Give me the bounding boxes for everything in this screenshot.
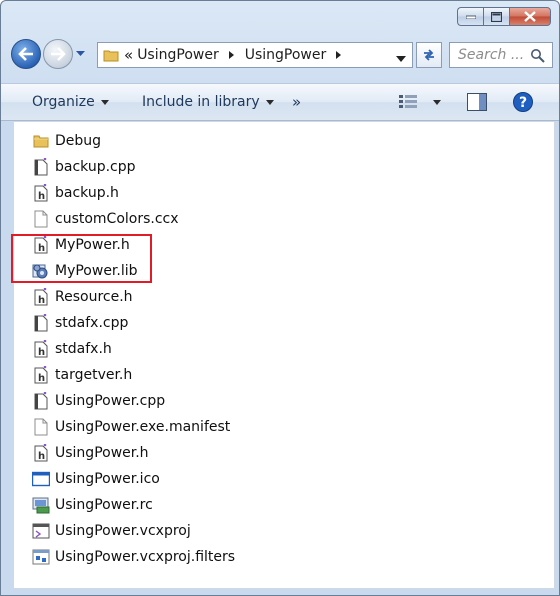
organize-button[interactable]: Organize (32, 84, 109, 120)
chevron-down-icon (265, 99, 274, 105)
back-button[interactable] (11, 39, 41, 69)
cpp-file-icon (32, 392, 50, 410)
file-name: UsingPower.vcxproj (55, 523, 191, 539)
search-placeholder: Search ... (458, 47, 525, 63)
refresh-icon (424, 49, 434, 61)
chevron-down-icon (396, 56, 406, 62)
file-name: Debug (55, 133, 102, 149)
close-icon (524, 11, 536, 22)
file-name: UsingPower.cpp (55, 393, 166, 409)
file-item[interactable]: h targetver.h (32, 364, 132, 386)
svg-text:h: h (38, 347, 45, 358)
file-item[interactable]: h UsingPower.h (32, 442, 149, 464)
chevron-right-icon (336, 51, 342, 59)
vcxproj-file-icon (32, 522, 50, 540)
explorer-window: « UsingPower UsingPower Search ... Organ… (0, 0, 560, 596)
file-item[interactable]: UsingPower.cpp (32, 390, 165, 412)
file-name: backup.cpp (55, 159, 136, 175)
help-button[interactable]: ? (513, 84, 533, 120)
close-button[interactable] (509, 7, 551, 26)
highlight-box (11, 234, 152, 283)
breadcrumb-item[interactable]: UsingPower (137, 47, 245, 63)
breadcrumb-overflow[interactable]: « (124, 46, 133, 64)
forward-button[interactable] (43, 39, 73, 69)
svg-text:h: h (38, 295, 45, 306)
navigation-buttons (11, 39, 85, 69)
search-input[interactable]: Search ... (449, 42, 553, 68)
details-view-icon (399, 95, 417, 108)
header-file-icon: h (32, 366, 50, 384)
address-bar[interactable]: « UsingPower UsingPower (97, 42, 413, 68)
file-item[interactable]: h backup.h (32, 182, 119, 204)
address-history-button[interactable] (396, 51, 406, 67)
file-name: UsingPower.ico (55, 471, 160, 487)
file-item[interactable]: h stdafx.h (32, 338, 112, 360)
file-list: Debug backup.cpp h backup.h customColors.ccx… (13, 121, 555, 589)
recent-pages-button[interactable] (75, 51, 85, 57)
rc-file-icon (32, 496, 50, 514)
folder-icon (32, 132, 50, 150)
file-item[interactable]: h Resource.h (32, 286, 133, 308)
header-file-icon: h (32, 444, 50, 462)
chevron-down-icon (100, 99, 109, 105)
file-item[interactable]: stdafx.cpp (32, 312, 128, 334)
file-name: UsingPower.vcxproj.filters (55, 549, 236, 565)
chevron-right-icon (228, 51, 234, 59)
file-name: stdafx.h (55, 341, 112, 357)
maximize-button[interactable] (483, 7, 509, 26)
back-arrow-icon (18, 47, 33, 61)
svg-text:?: ? (519, 95, 527, 111)
svg-text:h: h (38, 451, 45, 462)
file-name: UsingPower.h (55, 445, 149, 461)
command-bar: Organize Include in library » ? (1, 83, 559, 121)
maximize-icon (491, 11, 502, 22)
blank-file-icon (32, 418, 50, 436)
file-item[interactable]: UsingPower.vcxproj.filters (32, 546, 235, 568)
file-name: Resource.h (55, 289, 133, 305)
file-item[interactable]: UsingPower.rc (32, 494, 153, 516)
cpp-file-icon (32, 158, 50, 176)
header-file-icon: h (32, 340, 50, 358)
ico-file-icon (32, 470, 50, 488)
search-icon (531, 49, 545, 63)
file-name: targetver.h (55, 367, 133, 383)
forward-arrow-icon (51, 47, 66, 61)
file-item[interactable]: customColors.ccx (32, 208, 179, 230)
file-item[interactable]: Debug (32, 130, 101, 152)
file-name: UsingPower.rc (55, 497, 153, 513)
cpp-file-icon (32, 314, 50, 332)
filters-file-icon (32, 548, 50, 566)
folder-icon (102, 46, 120, 64)
breadcrumb-item[interactable]: UsingPower (245, 47, 353, 63)
file-name: stdafx.cpp (55, 315, 129, 331)
svg-text:h: h (38, 191, 45, 202)
refresh-button[interactable] (416, 42, 442, 68)
file-name: UsingPower.exe.manifest (55, 419, 231, 435)
chevron-down-icon (75, 51, 85, 56)
caption-buttons (457, 7, 551, 26)
chevron-down-icon (433, 99, 441, 105)
header-file-icon: h (32, 184, 50, 202)
file-item[interactable]: UsingPower.ico (32, 468, 160, 490)
file-item[interactable]: UsingPower.exe.manifest (32, 416, 230, 438)
file-item[interactable]: UsingPower.vcxproj (32, 520, 191, 542)
help-icon: ? (513, 92, 533, 112)
more-commands-button[interactable]: » (292, 84, 301, 120)
file-name: customColors.ccx (55, 211, 179, 227)
svg-text:h: h (38, 373, 45, 384)
include-in-library-button[interactable]: Include in library (142, 84, 274, 120)
minimize-button[interactable] (457, 7, 483, 26)
minimize-icon (465, 15, 476, 19)
file-name: backup.h (55, 185, 119, 201)
preview-pane-button[interactable] (467, 84, 487, 120)
file-item[interactable]: backup.cpp (32, 156, 136, 178)
blank-file-icon (32, 210, 50, 228)
preview-pane-icon (467, 93, 487, 111)
header-file-icon: h (32, 288, 50, 306)
change-view-button[interactable] (399, 84, 441, 120)
